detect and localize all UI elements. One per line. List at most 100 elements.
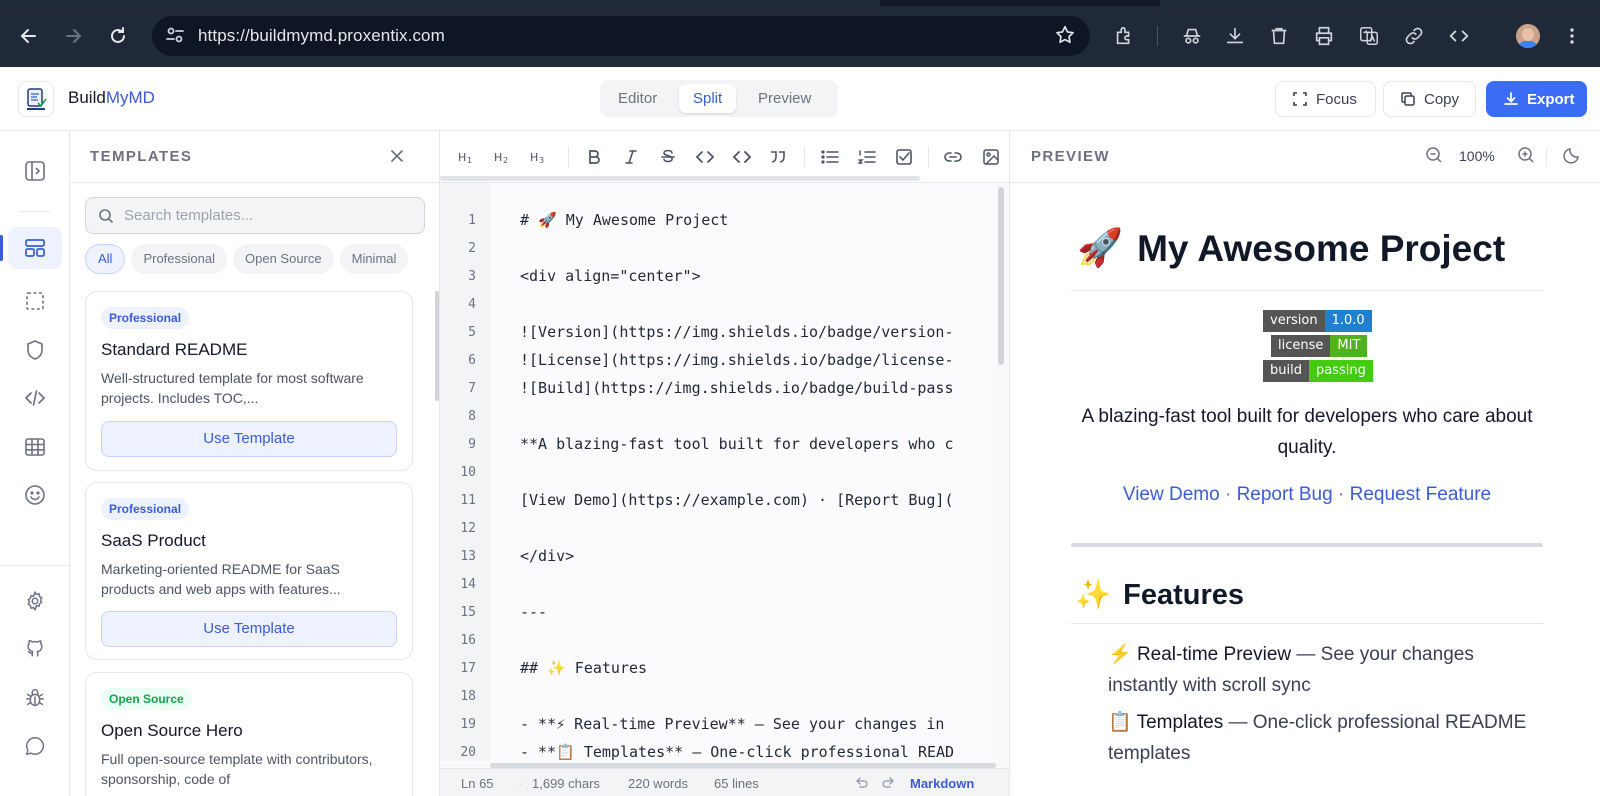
incognito-icon[interactable] (1176, 20, 1208, 52)
strikethrough-icon[interactable] (655, 144, 681, 170)
badge-value: MIT (1330, 335, 1368, 357)
profile-avatar[interactable] (1516, 24, 1540, 48)
use-template-button[interactable]: Use Template (101, 421, 397, 457)
italic-icon[interactable] (618, 144, 644, 170)
template-card[interactable]: Professional SaaS Product Marketing-orie… (85, 482, 413, 660)
svg-text:H: H (458, 151, 466, 164)
line-number: 16 (460, 633, 476, 648)
bold-icon[interactable] (581, 144, 607, 170)
heading2-icon[interactable]: H2 (492, 144, 518, 170)
zoom-in-icon[interactable] (1516, 145, 1536, 165)
toolbar-scrollbar[interactable] (440, 176, 920, 181)
code-textarea[interactable]: # 🚀 My Awesome Project <div align="cente… (490, 183, 996, 761)
github-icon[interactable] (19, 633, 51, 665)
bookmark-star-icon[interactable] (1054, 24, 1076, 46)
code-line: <div align="center"> (520, 267, 701, 285)
category-badge: Professional (101, 498, 190, 520)
task-list-icon[interactable] (891, 144, 917, 170)
devtools-code-icon[interactable] (1443, 20, 1475, 52)
features-heading: ✨ Features (1075, 578, 1244, 612)
app-logo[interactable] (18, 81, 54, 117)
quote-icon[interactable] (765, 144, 791, 170)
code-block-icon[interactable] (729, 144, 755, 170)
address-bar[interactable]: https://buildmymd.proxentix.com (152, 16, 1090, 56)
badge-label: license (1271, 335, 1331, 357)
badge-label: build (1263, 360, 1309, 382)
feature-name: Real-time Preview (1136, 644, 1292, 665)
brand-plain: Build (68, 88, 106, 107)
code-line: ![Version](https://img.shields.io/badge/… (520, 323, 954, 341)
redo-icon[interactable] (882, 775, 896, 789)
search-input[interactable] (124, 198, 414, 233)
line-number: 9 (468, 437, 476, 452)
reload-icon[interactable] (102, 20, 134, 52)
chat-icon[interactable] (19, 730, 51, 762)
template-description: Marketing-oriented README for SaaS produ… (101, 561, 341, 597)
url-text[interactable]: https://buildmymd.proxentix.com (198, 26, 445, 46)
line-number: 14 (460, 577, 476, 592)
search-icon (98, 208, 114, 224)
line-number: 10 (460, 465, 476, 480)
version-badge[interactable]: version 1.0.0 (1263, 310, 1372, 332)
undo-icon[interactable] (854, 775, 868, 789)
forward-icon[interactable] (57, 20, 89, 52)
export-label: Export (1527, 90, 1575, 108)
download-icon[interactable] (1219, 20, 1251, 52)
filter-professional[interactable]: Professional (131, 244, 227, 274)
back-icon[interactable] (13, 20, 45, 52)
templates-scrollbar[interactable] (435, 291, 439, 401)
link-icon[interactable] (940, 144, 966, 170)
line-number: 18 (460, 689, 476, 704)
bug-icon[interactable] (19, 682, 51, 714)
filter-all[interactable]: All (85, 244, 126, 274)
editor-toolbar: H1 H2 H3 (440, 131, 1009, 183)
translate-icon[interactable] (1353, 20, 1385, 52)
report-bug-link[interactable]: Report Bug (1237, 484, 1333, 505)
zoom-out-icon[interactable] (1424, 145, 1444, 165)
view-mode-preview[interactable]: Preview (744, 84, 825, 113)
emoji-icon[interactable] (19, 479, 51, 511)
print-icon[interactable] (1308, 20, 1340, 52)
shield-icon[interactable] (19, 334, 51, 366)
copy-button[interactable]: Copy (1383, 81, 1476, 117)
filter-open-source[interactable]: Open Source (233, 244, 334, 274)
dark-mode-icon[interactable] (1562, 145, 1582, 165)
heading1-icon[interactable]: H1 (456, 144, 482, 170)
export-button[interactable]: Export (1486, 81, 1587, 117)
readme-links: View Demo · Report Bug · Request Feature (1071, 484, 1543, 506)
editor-vertical-scrollbar[interactable] (998, 187, 1004, 365)
filter-minimal[interactable]: Minimal (339, 244, 409, 274)
table-icon[interactable] (19, 431, 51, 463)
browser-menu-icon[interactable] (1556, 20, 1588, 52)
numbered-list-icon[interactable] (854, 144, 880, 170)
sidebar-toggle-icon[interactable] (19, 155, 51, 187)
settings-icon[interactable] (19, 585, 51, 617)
sparkles-emoji: ✨ (1075, 579, 1112, 611)
site-settings-icon[interactable] (164, 24, 186, 46)
code-icon[interactable] (19, 382, 51, 414)
close-icon[interactable] (388, 147, 406, 165)
image-icon[interactable] (978, 144, 1004, 170)
template-card[interactable]: Professional Standard README Well-struct… (85, 291, 413, 471)
extensions-icon[interactable] (1108, 20, 1140, 52)
language-mode[interactable]: Markdown (910, 776, 974, 791)
templates-icon[interactable] (8, 227, 62, 269)
link-icon[interactable] (1398, 20, 1430, 52)
bullet-list-icon[interactable] (817, 144, 843, 170)
line-number: 7 (468, 381, 476, 396)
request-feature-link[interactable]: Request Feature (1350, 484, 1492, 505)
badge-value: 1.0.0 (1324, 310, 1372, 332)
view-demo-link[interactable]: View Demo (1123, 484, 1220, 505)
inline-code-icon[interactable] (692, 144, 718, 170)
view-mode-split[interactable]: Split (679, 84, 737, 113)
use-template-button[interactable]: Use Template (101, 611, 397, 647)
heading3-icon[interactable]: H3 (528, 144, 554, 170)
selection-icon[interactable] (19, 285, 51, 317)
trash-icon[interactable] (1263, 20, 1295, 52)
license-badge[interactable]: license MIT (1271, 335, 1368, 357)
focus-button[interactable]: Focus (1275, 81, 1376, 117)
build-badge[interactable]: build passing (1263, 360, 1373, 382)
view-mode-editor[interactable]: Editor (604, 84, 671, 113)
template-card[interactable]: Open Source Open Source Hero Full open-s… (85, 672, 413, 796)
line-number: 6 (468, 353, 476, 368)
